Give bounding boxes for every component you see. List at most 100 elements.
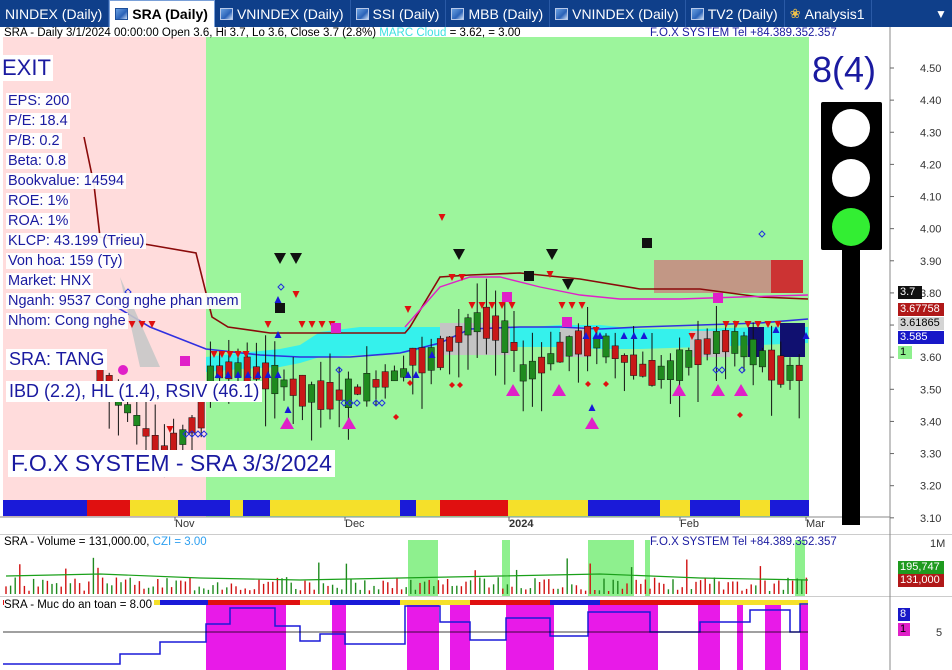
signal-strip-segment [770,500,809,516]
signal-strip-segment [416,500,440,516]
traffic-light-pole [842,249,860,525]
candle-body [271,364,279,395]
candle-body [390,370,398,382]
candle-body [317,380,325,410]
tab-label: SRA (Daily) [132,6,208,22]
candle-body [335,389,343,401]
signal-strip-segment [740,500,770,516]
candle-body [556,341,564,363]
candle-body [786,364,794,381]
signal-strip-segment [230,500,243,516]
signal-strip-segment [243,500,270,516]
safety-signal-strip-segment [550,600,600,605]
candle-body [124,404,132,414]
chart-icon [219,7,233,20]
fundamental-item: Bookvalue: 14594 [6,173,127,189]
candle-body [354,386,362,395]
x-axis-tick-label: Nov [175,518,195,530]
fundamental-item: ROA: 1% [6,213,71,229]
chart-icon [690,7,704,20]
candle-body [574,330,582,355]
safety-zone-block [206,605,286,670]
signal-strip-segment [588,500,660,516]
tab-label: VNINDEX (Daily) [236,5,344,22]
candle-body [482,306,490,339]
signal-strip-segment [3,500,87,516]
candle-body [685,350,693,368]
fundamental-item: Von hoa: 159 (Ty) [6,253,125,269]
candle-body [436,338,444,368]
fundamental-item: KLCP: 43.199 (Trieu) [6,233,147,249]
candle-body [666,360,674,380]
candle-body [565,336,573,357]
candle-body [197,398,205,429]
y-axis-tick-label: 4.50 [920,63,941,75]
candle-body [427,347,435,371]
chart-tab-bar: NINDEX (Daily) SRA (Daily) VNINDEX (Daily)… [0,0,952,27]
tab-label: NINDEX (Daily) [5,5,103,22]
black-square-marker [524,271,534,281]
price-axis-label: 3.585 [898,331,944,344]
signal-strip-segment [508,500,588,516]
target-zone-box [771,260,803,293]
trend-label: SRA: TANG [6,349,108,370]
tab-tv2-daily[interactable]: TV2 (Daily) [686,0,785,27]
y-axis-tick-label: 3.60 [920,352,941,364]
candle-body [712,331,720,354]
signal-strip-segment [270,500,400,516]
signal-strip-segment [440,500,508,516]
chart-icon [555,7,569,20]
magenta-square-marker [562,317,572,327]
tab-vnindex-daily[interactable]: VNINDEX (Daily) [215,0,351,27]
safety-zone-block [450,605,470,670]
candle-body [648,360,656,386]
volume-axis-label: 195,747 [898,561,944,574]
safety-signal-strip-segment [600,600,720,605]
candle-body [620,355,628,363]
tab-ssi-daily[interactable]: SSI (Daily) [351,0,447,27]
tab-sra-daily[interactable]: SRA (Daily) [109,0,215,27]
candle-body [777,355,785,385]
candle-body [326,382,334,410]
safety-signal-strip-segment [208,600,300,605]
candle-body [280,379,288,388]
tab-scroll-right-icon[interactable]: ▼ [930,0,952,27]
tab-analysis1[interactable]: ❀ Analysis1 [785,0,872,27]
tab-label: MBB (Daily) [468,5,544,22]
target-zone-box [654,260,776,293]
traffic-light-top-lamp [832,109,870,147]
system-watermark-label: F.O.X SYSTEM - SRA 3/3/2024 [8,450,335,477]
safety-axis-label: 1 [898,623,910,636]
price-chart-pane[interactable]: 4.504.404.304.204.104.003.903.803.703.60… [0,27,952,534]
traffic-light-bottom-lamp [832,208,870,246]
y-axis-tick-label: 3.20 [920,481,941,493]
y-axis-tick-label: 5 [936,627,942,639]
volume-pane[interactable]: 1M SRA - Volume = 131,000.00, CZI = 3.00… [0,534,952,596]
safety-zone-block [588,605,658,670]
x-axis-tick-label: Dec [345,518,365,530]
y-axis-tick-label: 3.30 [920,449,941,461]
exit-signal-label: EXIT [0,55,53,81]
price-chart-header: SRA - Daily 3/1/2024 00:00:00 Open 3.6, … [4,27,521,39]
black-square-marker [642,238,652,248]
candle-body [758,350,766,368]
fundamental-item: Nganh: 9537 Cong nghe phan mem [6,293,241,309]
candle-body [446,336,454,352]
safety-zone-block [698,605,720,670]
safety-pane[interactable]: 5 SRA - Muc do an toan = 8.00 8 1 [0,596,952,670]
tab-mbb-daily[interactable]: MBB (Daily) [446,0,551,27]
candle-body [703,338,711,355]
safety-zone-block [332,605,346,670]
y-axis-tick-label: 3.40 [920,416,941,428]
volume-header-contact: F.O.X SYSTEM Tel +84.389.352.357 [650,536,837,548]
x-axis-tick-label: 2024 [509,518,534,530]
safety-signal-strip-segment [470,600,550,605]
tab-nindex-daily[interactable]: NINDEX (Daily) [0,0,110,27]
x-axis-tick-label: Mar [806,518,825,530]
safety-signal-strip-segment [400,600,470,605]
y-axis-tick-label: 3.90 [920,256,941,268]
volume-average-line [5,573,809,581]
signal-strip-segment [87,500,130,516]
tab-vnindex-daily[interactable]: VNINDEX (Daily) [550,0,686,27]
safety-zone-block [737,605,743,670]
